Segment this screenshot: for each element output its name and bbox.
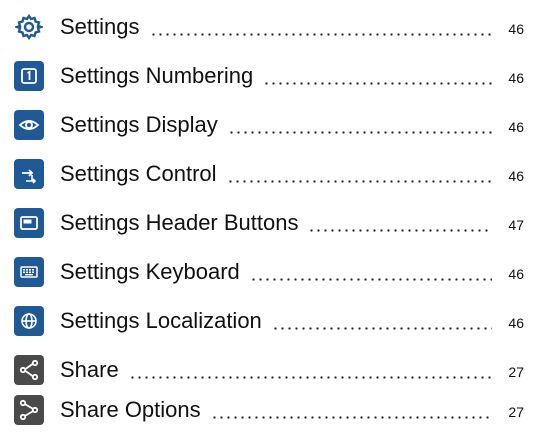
control-arrows-icon (14, 159, 44, 189)
entry-label: Settings (60, 14, 140, 39)
page-number: 46 (508, 168, 524, 184)
page-number: 46 (508, 21, 524, 37)
index-entry-settings-numbering[interactable]: Settings Numbering 46 (14, 59, 524, 93)
eye-icon (14, 110, 44, 140)
index-entry-share[interactable]: Share 27 (14, 353, 524, 387)
gear-icon (14, 12, 44, 42)
numbering-icon (14, 61, 44, 91)
index-list: Settings 46 Settings Numbering 46 Settin… (0, 0, 539, 435)
entry-label: Share (60, 357, 119, 382)
index-entry-settings-header-buttons[interactable]: Settings Header Buttons 47 (14, 206, 524, 240)
page-number: 46 (508, 315, 524, 331)
page-number: 27 (508, 364, 524, 380)
entry-label: Settings Localization (60, 308, 262, 333)
page-number: 46 (508, 70, 524, 86)
index-entry-settings-keyboard[interactable]: Settings Keyboard 46 (14, 255, 524, 289)
dot-leader (271, 327, 492, 330)
index-entry-settings-display[interactable]: Settings Display 46 (14, 108, 524, 142)
entry-label: Settings Numbering (60, 63, 254, 88)
share-icon (14, 355, 44, 385)
dot-leader (226, 180, 492, 183)
dot-leader (308, 229, 492, 232)
index-entry-settings[interactable]: Settings 46 (14, 10, 524, 44)
page-number: 47 (508, 217, 524, 233)
entry-label: Settings Keyboard (60, 259, 240, 284)
index-entry-share-options[interactable]: Share Options 27 (14, 393, 524, 427)
entry-label: Settings Control (60, 161, 217, 186)
dot-leader (210, 416, 492, 419)
header-buttons-icon (14, 208, 44, 238)
share-options-icon (14, 395, 44, 425)
dot-leader (249, 278, 492, 281)
dot-leader (149, 33, 492, 36)
page-number: 46 (508, 119, 524, 135)
dot-leader (227, 131, 492, 134)
dot-leader (263, 82, 492, 85)
page-number: 46 (508, 266, 524, 282)
index-entry-settings-localization[interactable]: Settings Localization 46 (14, 304, 524, 338)
entry-label: Settings Header Buttons (60, 210, 299, 235)
index-entry-settings-control[interactable]: Settings Control 46 (14, 157, 524, 191)
globe-icon (14, 306, 44, 336)
dot-leader (128, 376, 492, 379)
page-number: 27 (508, 404, 524, 420)
keyboard-icon (14, 257, 44, 287)
entry-label: Share Options (60, 397, 201, 422)
entry-label: Settings Display (60, 112, 218, 137)
